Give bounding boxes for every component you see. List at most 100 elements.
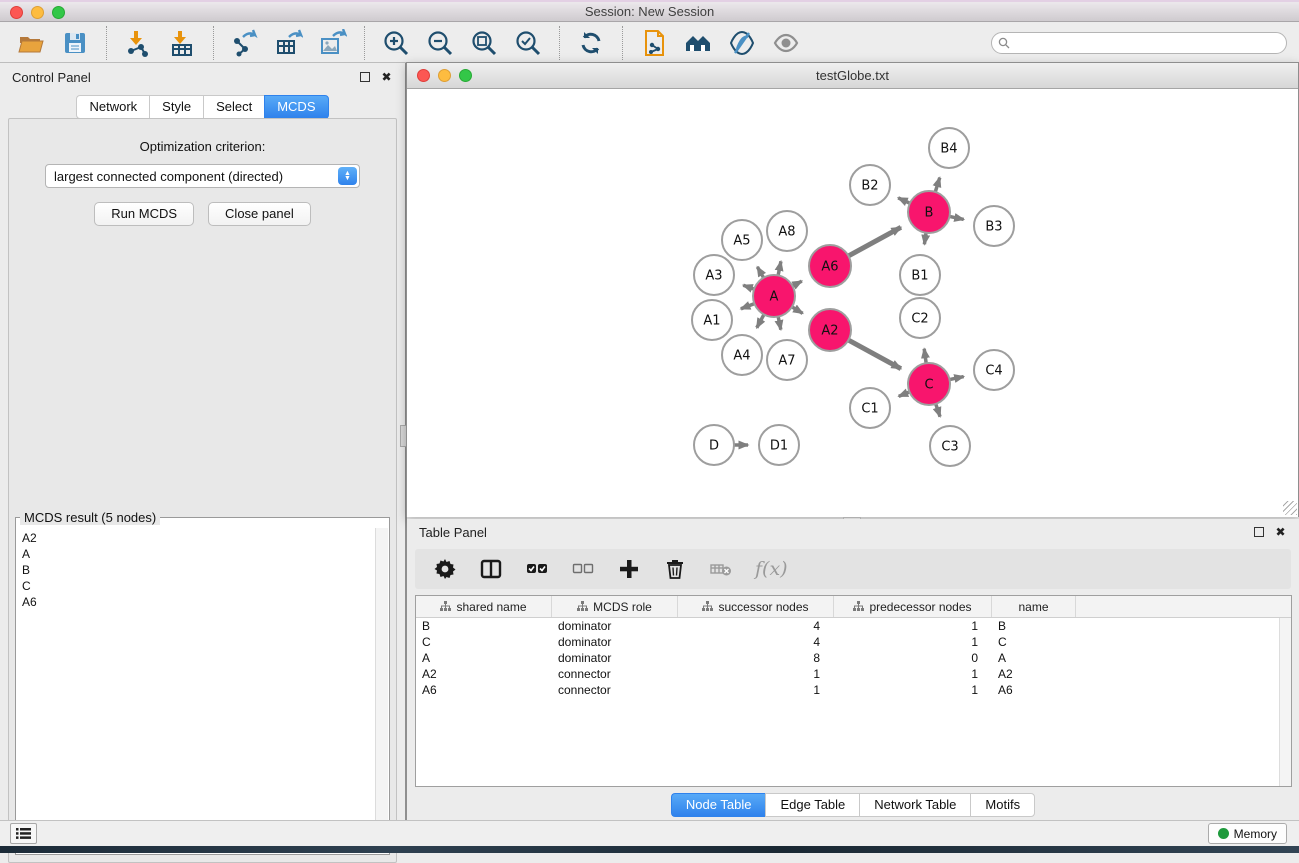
edge-A-A1[interactable] — [741, 304, 755, 309]
refresh-icon[interactable] — [576, 28, 606, 58]
edge-A-A5[interactable] — [757, 267, 763, 278]
import-table-icon[interactable] — [167, 28, 197, 58]
close-table-panel-icon[interactable]: ✖ — [1274, 525, 1287, 539]
node-A5[interactable]: A5 — [722, 220, 762, 260]
edge-A-A2[interactable] — [792, 307, 803, 313]
zoom-fit-icon[interactable] — [469, 28, 499, 58]
close-panel-icon[interactable]: ✖ — [380, 70, 393, 84]
node-B[interactable]: B — [908, 191, 950, 233]
edge-A-A8[interactable] — [778, 261, 781, 275]
run-mcds-button[interactable]: Run MCDS — [94, 202, 194, 226]
unchecked-pair-icon[interactable] — [571, 557, 595, 581]
result-item[interactable]: B — [22, 562, 375, 578]
net-minimize-icon[interactable] — [438, 69, 451, 82]
network-window-titlebar[interactable]: testGlobe.txt — [407, 63, 1298, 89]
node-A1[interactable]: A1 — [692, 300, 732, 340]
node-A2[interactable]: A2 — [809, 309, 851, 351]
tab-network[interactable]: Network — [76, 95, 149, 119]
open-file-icon[interactable] — [16, 28, 46, 58]
node-C3[interactable]: C3 — [930, 426, 970, 466]
result-scrollbar[interactable] — [375, 528, 388, 853]
new-network-icon[interactable] — [639, 28, 669, 58]
result-item[interactable]: A — [22, 546, 375, 562]
tab-motifs[interactable]: Motifs — [970, 793, 1035, 817]
close-window-icon[interactable] — [10, 6, 23, 19]
criterion-dropdown[interactable]: largest connected component (directed) ▲… — [45, 164, 360, 188]
tab-mcds[interactable]: MCDS — [264, 95, 328, 119]
node-A8[interactable]: A8 — [767, 211, 807, 251]
zoom-in-icon[interactable] — [381, 28, 411, 58]
node-B4[interactable]: B4 — [929, 128, 969, 168]
node-A7[interactable]: A7 — [767, 340, 807, 380]
column-header-shared-name[interactable]: shared name — [416, 596, 552, 617]
edge-B-B3[interactable] — [950, 216, 964, 219]
result-item[interactable]: A2 — [22, 530, 375, 546]
tab-select[interactable]: Select — [203, 95, 264, 119]
hide-details-icon[interactable] — [727, 28, 757, 58]
edge-C-C3[interactable] — [936, 404, 940, 417]
minimize-window-icon[interactable] — [31, 6, 44, 19]
split-columns-icon[interactable] — [479, 557, 503, 581]
edge-C-C1[interactable] — [899, 392, 910, 396]
net-close-icon[interactable] — [417, 69, 430, 82]
result-item[interactable]: A6 — [22, 594, 375, 610]
node-C4[interactable]: C4 — [974, 350, 1014, 390]
node-B2[interactable]: B2 — [850, 165, 890, 205]
table-row[interactable]: A6connector11A6 — [416, 682, 1291, 698]
save-session-icon[interactable] — [60, 28, 90, 58]
search-input[interactable] — [991, 32, 1287, 54]
result-item[interactable]: C — [22, 578, 375, 594]
node-C[interactable]: C — [908, 363, 950, 405]
panel-list-button[interactable] — [10, 823, 37, 844]
zoom-selected-icon[interactable] — [513, 28, 543, 58]
node-D1[interactable]: D1 — [759, 425, 799, 465]
network-graph[interactable]: B4B2BB3A5A8A6A3B1AA1C2A2A4A7C4CC1DD1C3 — [407, 90, 1298, 517]
node-C2[interactable]: C2 — [900, 298, 940, 338]
table-row[interactable]: Bdominator41B — [416, 618, 1291, 634]
float-panel-icon[interactable] — [360, 72, 370, 82]
export-image-icon[interactable] — [318, 28, 348, 58]
node-A4[interactable]: A4 — [722, 335, 762, 375]
table-scrollbar[interactable] — [1279, 618, 1291, 786]
close-panel-button[interactable]: Close panel — [208, 202, 311, 226]
edge-A-A3[interactable] — [743, 285, 754, 289]
clear-table-icon[interactable] — [709, 557, 733, 581]
edge-A-A4[interactable] — [757, 314, 764, 327]
add-column-icon[interactable] — [617, 557, 641, 581]
edge-C-C2[interactable] — [924, 349, 926, 363]
function-builder-icon[interactable]: f(x) — [755, 558, 788, 580]
table-row[interactable]: Cdominator41C — [416, 634, 1291, 650]
node-A6[interactable]: A6 — [809, 245, 851, 287]
resize-grip-icon[interactable] — [1283, 501, 1297, 515]
edge-A-A7[interactable] — [778, 317, 781, 330]
node-B3[interactable]: B3 — [974, 206, 1014, 246]
node-C1[interactable]: C1 — [850, 388, 890, 428]
node-A[interactable]: A — [753, 275, 795, 317]
node-A3[interactable]: A3 — [694, 255, 734, 295]
tab-network-table[interactable]: Network Table — [859, 793, 970, 817]
export-network-icon[interactable] — [230, 28, 260, 58]
zoom-out-icon[interactable] — [425, 28, 455, 58]
checked-pair-icon[interactable] — [525, 557, 549, 581]
column-header-predecessor-nodes[interactable]: predecessor nodes — [834, 596, 992, 617]
edge-A2-C[interactable] — [848, 340, 900, 369]
memory-button[interactable]: Memory — [1208, 823, 1287, 844]
float-table-panel-icon[interactable] — [1254, 527, 1264, 537]
import-network-icon[interactable] — [123, 28, 153, 58]
column-header-name[interactable]: name — [992, 596, 1076, 617]
edge-B-B1[interactable] — [924, 233, 926, 245]
edge-B-B4[interactable] — [935, 178, 939, 192]
edge-B-B2[interactable] — [898, 198, 910, 203]
traffic-lights[interactable] — [10, 6, 65, 19]
column-header-MCDS-role[interactable]: MCDS role — [552, 596, 678, 617]
maximize-window-icon[interactable] — [52, 6, 65, 19]
show-graphics-icon[interactable] — [771, 28, 801, 58]
column-header-successor-nodes[interactable]: successor nodes — [678, 596, 834, 617]
node-B1[interactable]: B1 — [900, 255, 940, 295]
home-icon[interactable] — [683, 28, 713, 58]
tab-style[interactable]: Style — [149, 95, 203, 119]
gear-icon[interactable] — [433, 557, 457, 581]
edge-C-C4[interactable] — [950, 377, 964, 380]
node-table[interactable]: shared nameMCDS rolesuccessor nodesprede… — [415, 595, 1292, 787]
tab-node-table[interactable]: Node Table — [671, 793, 766, 817]
